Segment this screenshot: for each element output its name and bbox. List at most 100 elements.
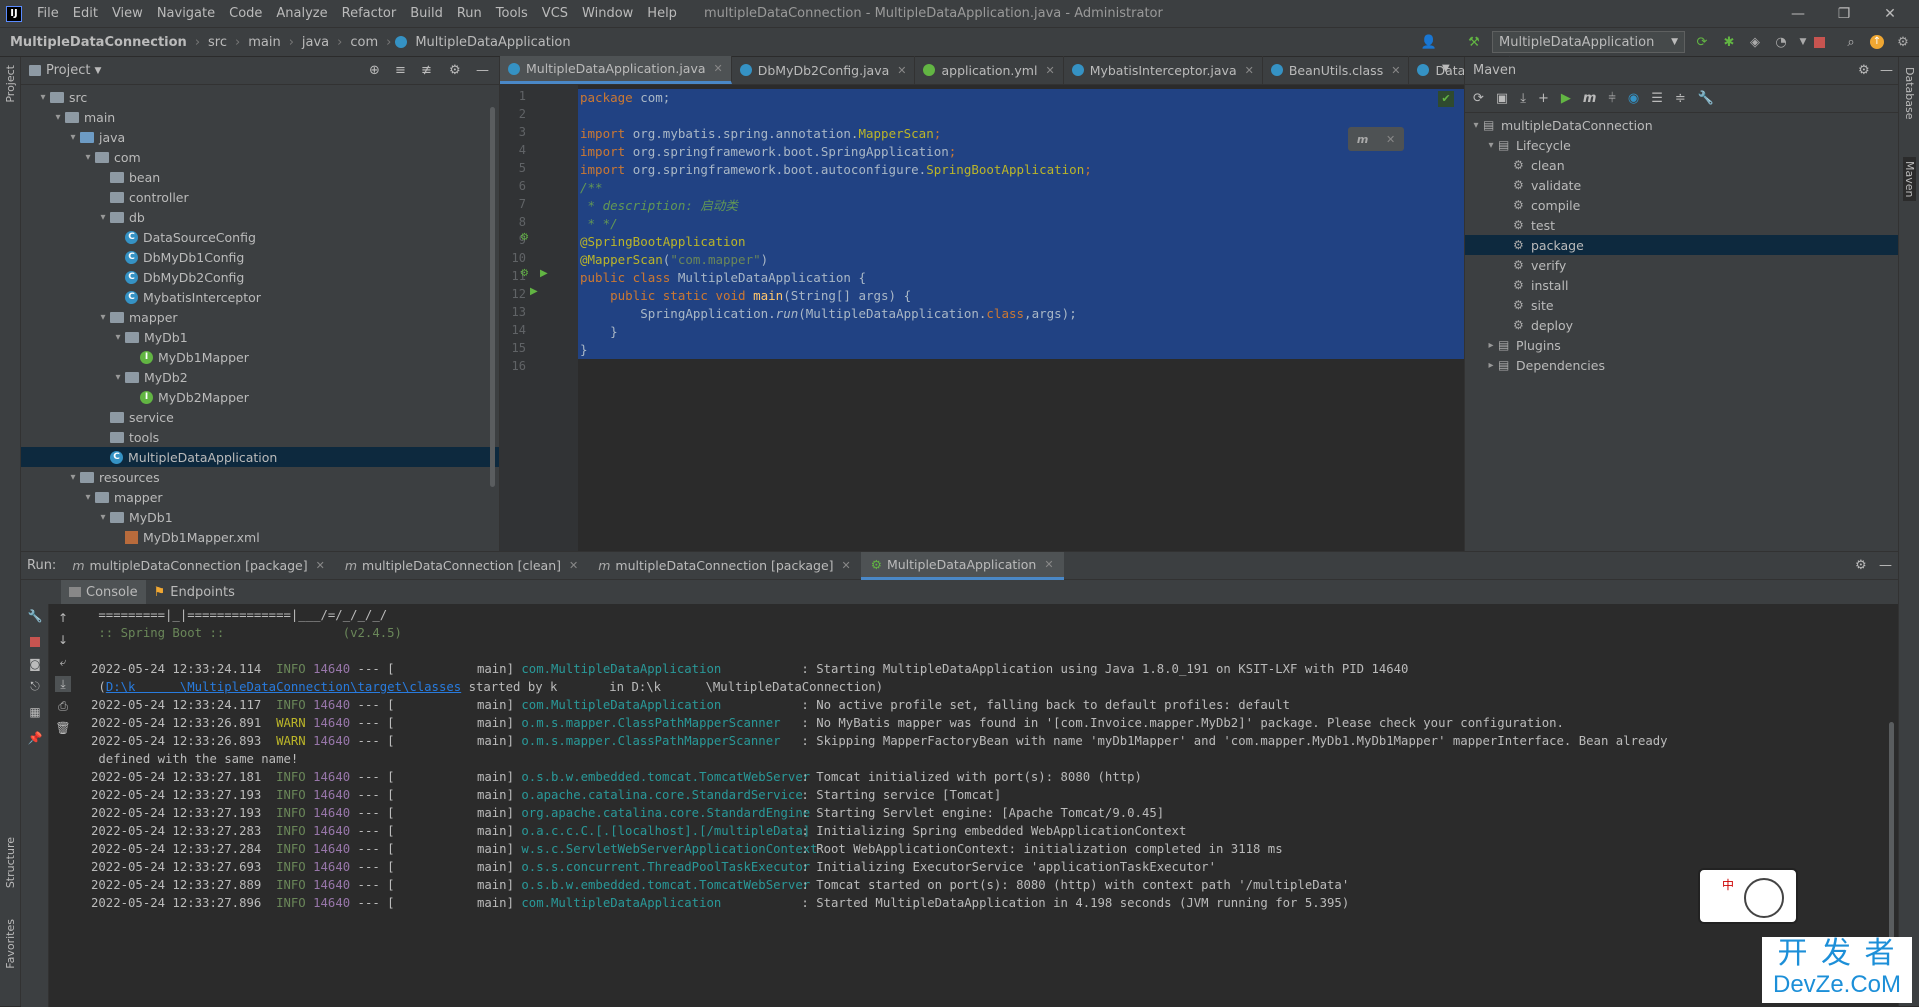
expand-arrow-icon[interactable]: ▾ [81, 152, 95, 163]
collapse-icon[interactable]: ≑ [1675, 91, 1686, 106]
maven-tree-item[interactable]: ⚙ package [1465, 235, 1898, 255]
close-tab-icon[interactable]: ✕ [897, 64, 906, 77]
locate-icon[interactable]: ⊕ [369, 63, 380, 78]
rerun-icon[interactable]: ⟳ [1693, 33, 1711, 51]
stop-icon[interactable] [1810, 33, 1828, 51]
pin-icon[interactable]: 📌 [27, 730, 43, 746]
update-icon[interactable]: ↑ [1868, 33, 1886, 51]
run-tab[interactable]: ⚙ MultipleDataApplication ✕ [860, 551, 1064, 580]
tree-item[interactable]: service [21, 407, 499, 427]
user-icon[interactable]: 👤 [1420, 33, 1438, 51]
expand-arrow-icon[interactable]: ▾ [51, 112, 65, 123]
run-tab[interactable]: m multipleDataConnection [clean] ✕ [335, 552, 588, 580]
menu-item-edit[interactable]: Edit [66, 6, 105, 21]
favorites-strip-tab[interactable]: Favorites [4, 919, 17, 969]
tree-item[interactable]: ▾ com [21, 147, 499, 167]
menu-item-view[interactable]: View [105, 6, 150, 21]
search-icon[interactable]: ⌕ [1842, 33, 1860, 51]
expand-arrow-icon[interactable]: ▾ [1484, 140, 1498, 151]
spring-bean-icon[interactable]: ⚙ [520, 232, 529, 243]
tree-item[interactable]: C MultipleDataApplication [21, 447, 499, 467]
close-tab-icon[interactable]: ✕ [842, 559, 851, 572]
tree-item[interactable]: C DbMyDb2Config [21, 267, 499, 287]
hide-icon[interactable]: — [1879, 558, 1892, 573]
menu-item-refactor[interactable]: Refactor [335, 6, 404, 21]
expand-arrow-icon[interactable]: ▾ [111, 332, 125, 343]
maven-tree-item[interactable]: ⚙ clean [1465, 155, 1898, 175]
spring-bean-icon[interactable]: ⚙ [520, 268, 529, 279]
tree-item[interactable]: ▾ mapper [21, 487, 499, 507]
breadcrumb-item[interactable]: MultipleDataConnection [0, 35, 191, 50]
expand-arrow-icon[interactable]: ▾ [81, 492, 95, 503]
project-strip-tab[interactable]: Project [4, 65, 17, 103]
maven-strip-tab[interactable]: Maven [1903, 157, 1916, 202]
menu-item-run[interactable]: Run [450, 6, 489, 21]
close-tab-icon[interactable]: ✕ [714, 62, 723, 75]
chevron-down-icon[interactable]: ▼ [94, 66, 101, 76]
close-tab-icon[interactable]: ✕ [1044, 558, 1053, 571]
tree-item[interactable]: C DataSourceConfig [21, 227, 499, 247]
menu-item-navigate[interactable]: Navigate [150, 6, 222, 21]
editor-tab[interactable]: BeanUtils.class ✕ [1263, 56, 1410, 84]
tree-item[interactable]: tools [21, 427, 499, 447]
menu-item-vcs[interactable]: VCS [535, 6, 575, 21]
profile-icon[interactable]: ◔ [1772, 33, 1790, 51]
hide-icon[interactable]: — [1880, 63, 1893, 78]
build-hammer-icon[interactable]: ⚒ [1465, 33, 1483, 51]
tree-item[interactable]: C MybatisInterceptor [21, 287, 499, 307]
maven-tree-item[interactable]: ⚙ validate [1465, 175, 1898, 195]
maven-tree-item[interactable]: ⚙ install [1465, 275, 1898, 295]
project-scrollbar[interactable] [490, 107, 495, 487]
tree-item[interactable]: I MyDb1Mapper [21, 347, 499, 367]
gear-icon[interactable]: ⚙ [1855, 558, 1867, 573]
expand-arrow-icon[interactable]: ▾ [111, 372, 125, 383]
settings-icon[interactable]: ⚙ [1894, 33, 1912, 51]
tree-item[interactable]: I MyDb2Mapper [21, 387, 499, 407]
gear-icon[interactable]: ⚙ [1858, 63, 1870, 78]
maven-tree-item[interactable]: ⚙ compile [1465, 195, 1898, 215]
minimize-icon[interactable]: — [1775, 0, 1821, 28]
expand-arrow-icon[interactable]: ▾ [66, 472, 80, 483]
menu-item-file[interactable]: File [30, 6, 66, 21]
breadcrumb-item[interactable]: main [244, 35, 284, 50]
tree-item[interactable]: ▾ resources [21, 467, 499, 487]
breadcrumb-item[interactable]: java [298, 35, 333, 50]
tree-item[interactable]: ▾ MyDb2 [21, 367, 499, 387]
breadcrumb-item[interactable]: MultipleDataApplication [411, 35, 574, 50]
breadcrumb-item[interactable]: src [204, 35, 231, 50]
maven-tree-item[interactable]: ▸ ▤ Dependencies [1465, 355, 1898, 375]
editor-tab[interactable]: MybatisInterceptor.java ✕ [1064, 56, 1263, 84]
layout-icon[interactable]: ▦ [27, 704, 43, 720]
maximize-icon[interactable]: ❐ [1821, 0, 1867, 28]
console-scrollbar[interactable] [1889, 722, 1894, 962]
add-icon[interactable]: + [1538, 91, 1549, 106]
tree-item[interactable]: C DbMyDb1Config [21, 247, 499, 267]
menu-item-analyze[interactable]: Analyze [269, 6, 334, 21]
run-gutter-icon[interactable]: ▶ [530, 286, 538, 297]
expand-all-icon[interactable]: ≡ [395, 63, 406, 78]
endpoints-tab[interactable]: ⚑ Endpoints [146, 585, 243, 600]
down-arrow-icon[interactable]: ↓ [55, 632, 71, 648]
close-tab-icon[interactable]: ✕ [569, 559, 578, 572]
run-icon[interactable]: ▶ [1561, 91, 1571, 106]
expand-arrow-icon[interactable]: ▾ [36, 92, 50, 103]
camera-icon[interactable]: ◙ [27, 656, 43, 672]
tree-item[interactable]: ▾ MyDb1 [21, 507, 499, 527]
close-tab-icon[interactable]: ✕ [1391, 64, 1400, 77]
show-dependencies-icon[interactable]: ☰ [1651, 91, 1663, 106]
trash-icon[interactable]: 🗑 [55, 720, 71, 736]
maven-tree-item[interactable]: ▾ ▤ multipleDataConnection [1465, 115, 1898, 135]
run-gutter-icon[interactable]: ▶ [540, 268, 548, 279]
expand-arrow-icon[interactable]: ▾ [96, 512, 110, 523]
menu-item-help[interactable]: Help [640, 6, 684, 21]
hide-icon[interactable]: — [476, 63, 489, 78]
toggle-offline-icon[interactable]: ⫩ [1608, 91, 1615, 106]
log-path-link[interactable]: D:\k \MultipleDataConnection\target\clas… [106, 680, 461, 694]
soft-wrap-icon[interactable]: ⤶ [55, 654, 71, 670]
tree-item[interactable]: ▾ db [21, 207, 499, 227]
expand-arrow-icon[interactable]: ▸ [1484, 340, 1498, 351]
tab-list-chevron-icon[interactable]: ▼ [1442, 63, 1450, 74]
reload-icon[interactable]: ⟳ [1473, 91, 1484, 106]
tree-item[interactable]: ▾ src [21, 87, 499, 107]
maven-reload-icon[interactable]: m [1357, 133, 1368, 146]
